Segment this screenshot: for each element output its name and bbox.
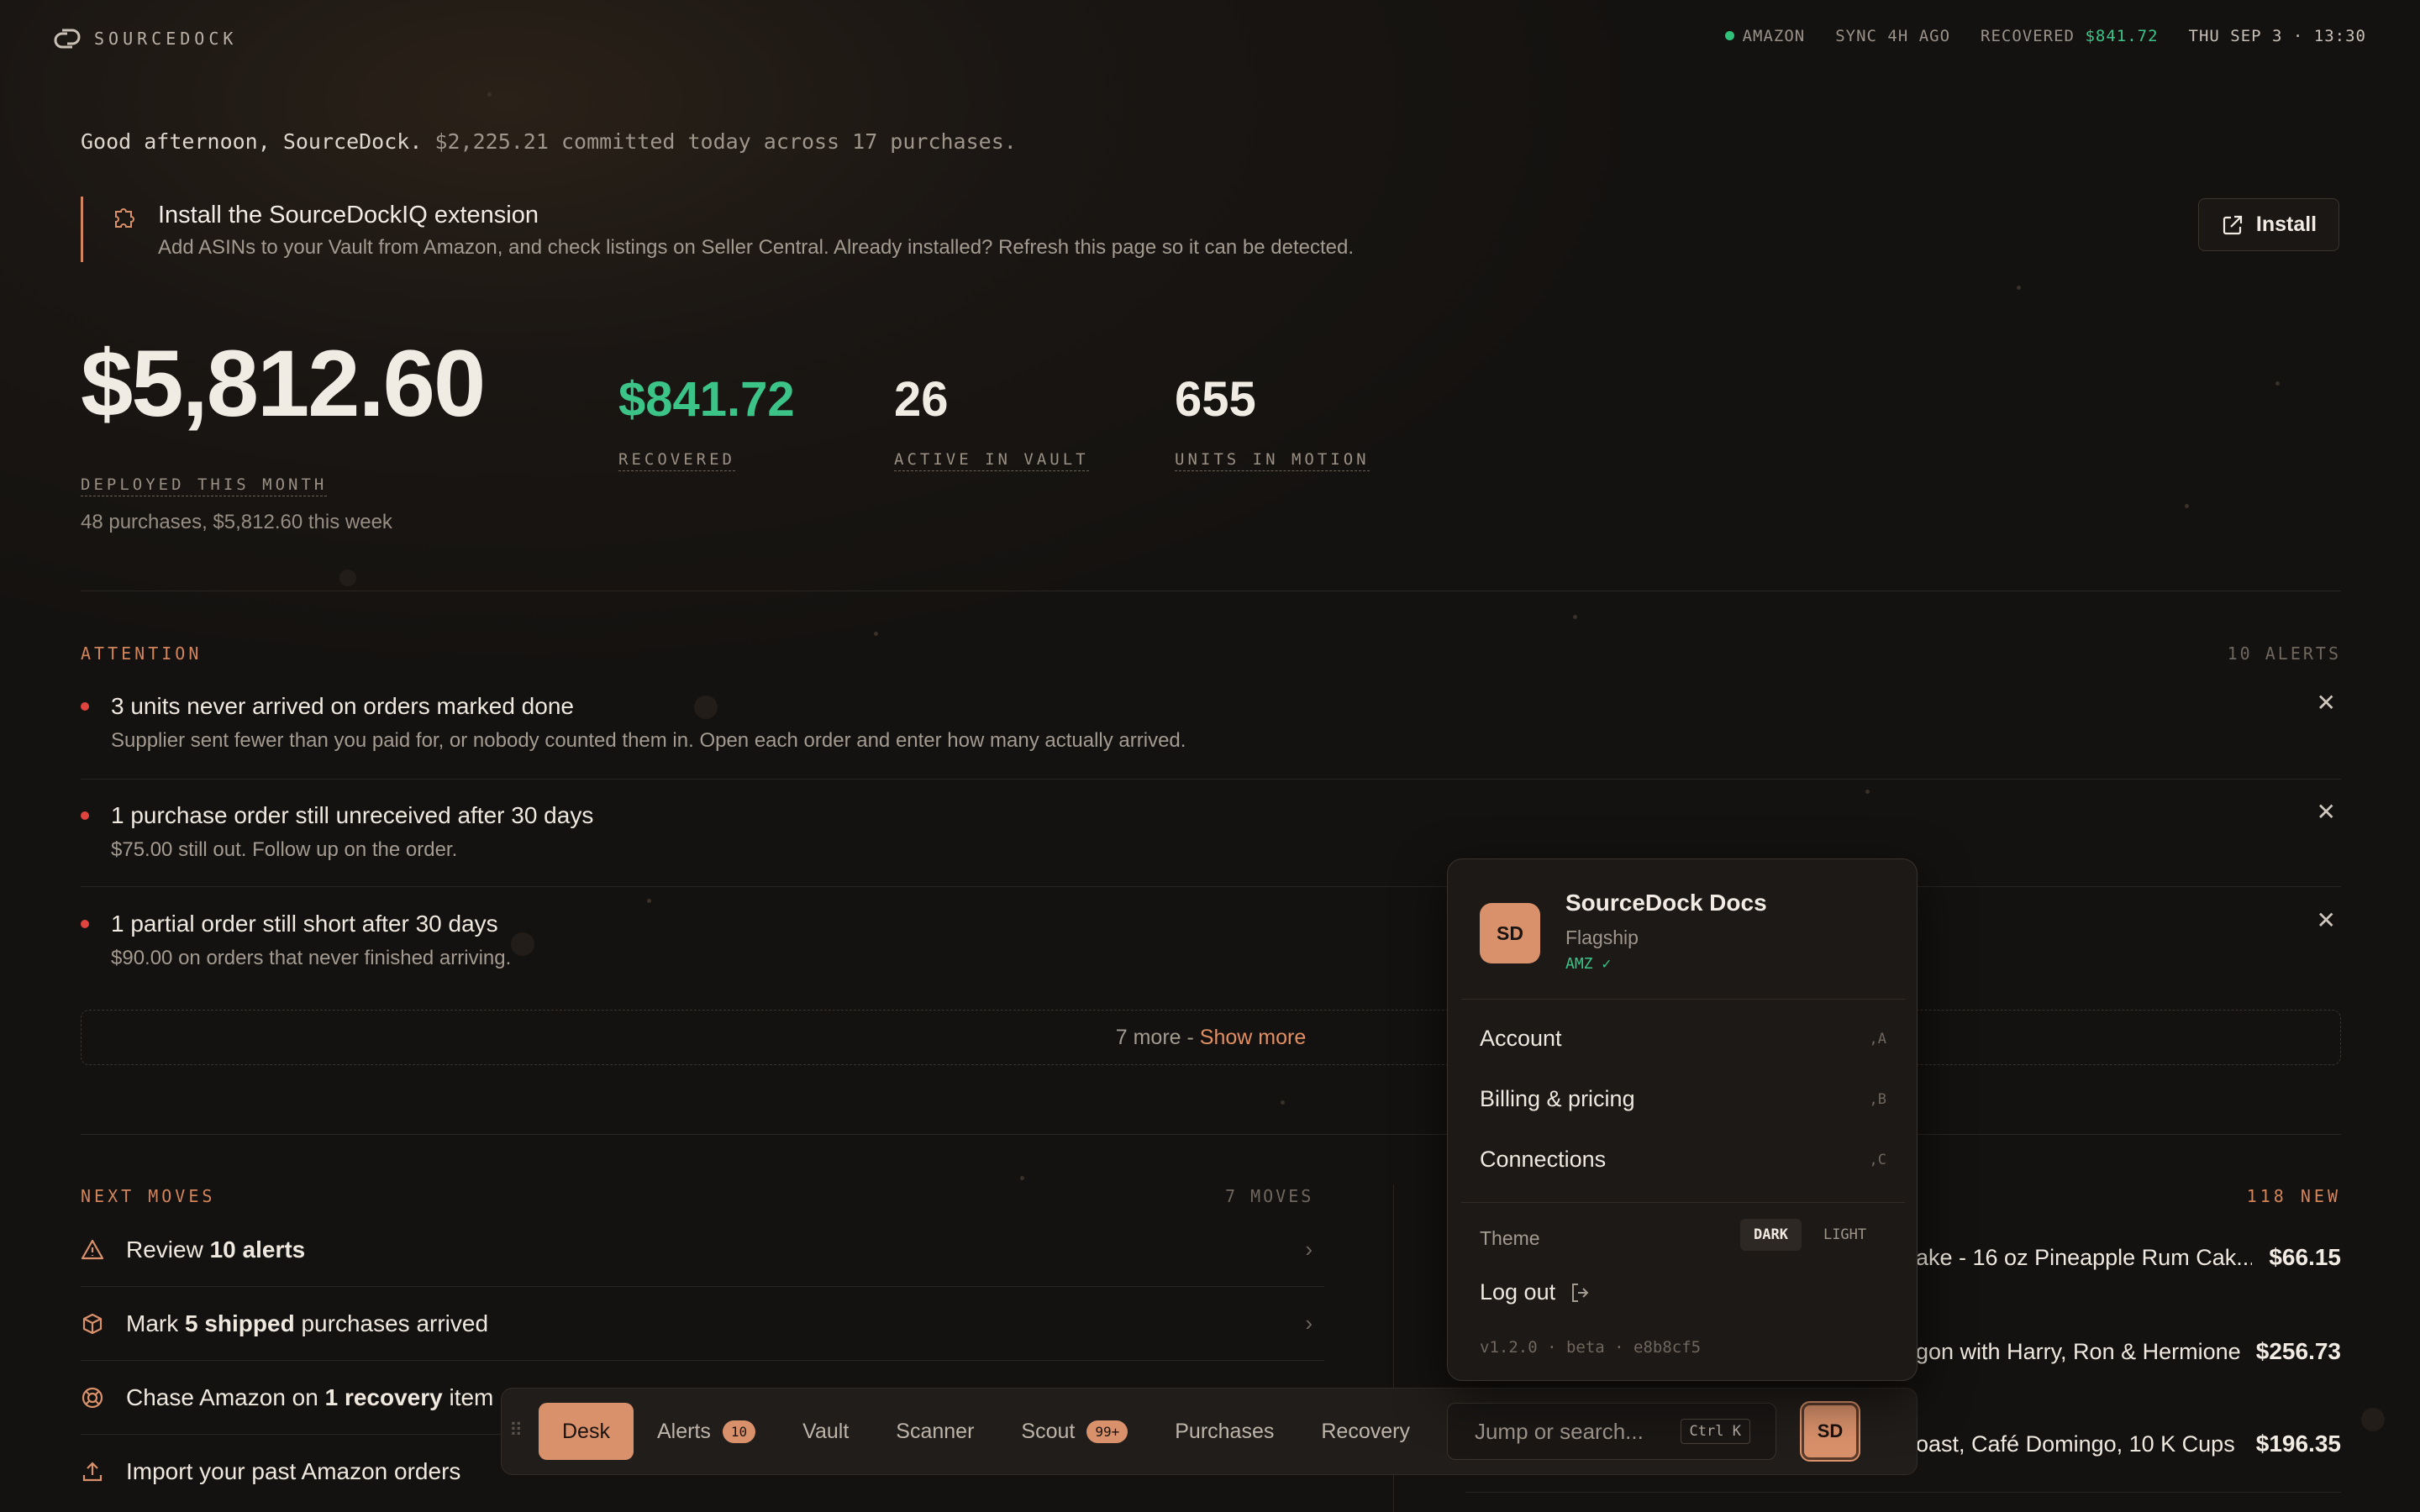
alert-item[interactable]: 1 partial order still short after 30 day…: [81, 906, 2341, 990]
item-title: ake - 16 oz Pineapple Rum Cak...: [1916, 1244, 2252, 1270]
divider: [1465, 1492, 2341, 1493]
nav-scanner[interactable]: Scanner: [872, 1403, 997, 1460]
external-link-icon: [2223, 215, 2242, 234]
dismiss-icon[interactable]: ✕: [2317, 906, 2336, 934]
drag-handle-icon[interactable]: ⠿: [509, 1420, 523, 1441]
deployed-label[interactable]: DEPLOYED THIS MONTH: [81, 475, 328, 496]
nav-desk[interactable]: Desk: [539, 1403, 634, 1460]
new-items-count: 118 NEW: [2246, 1186, 2341, 1206]
attention-heading: ATTENTION: [81, 643, 203, 664]
units-label[interactable]: UNITS IN MOTION: [1175, 450, 1370, 471]
lifebuoy-icon: [82, 1387, 103, 1408]
theme-light-option[interactable]: LIGHT: [1810, 1219, 1880, 1251]
shortcut-hint: Ctrl K: [1680, 1419, 1750, 1444]
puzzle-icon: [115, 208, 134, 228]
recovered-value: $841.72: [618, 372, 795, 427]
show-more-button[interactable]: 7 more - Show more: [81, 1010, 2341, 1065]
theme-label: Theme: [1480, 1227, 1540, 1249]
item-price: $256.73: [2255, 1338, 2341, 1364]
marketplace-status[interactable]: AMAZON: [1724, 27, 1806, 45]
avatar-button[interactable]: SD: [1801, 1403, 1859, 1460]
move-mark-arrived[interactable]: Mark 5 shipped purchases arrived ›: [81, 1287, 1324, 1361]
item-price: $66.15: [2269, 1244, 2341, 1270]
theme-dark-option[interactable]: DARK: [1740, 1219, 1802, 1251]
alert-dot-icon: [81, 702, 89, 711]
banner-title: Install the SourceDockIQ extension: [158, 202, 539, 228]
new-item[interactable]: oast, Café Domingo, 10 K Cups $196.35: [1916, 1406, 2341, 1482]
amz-connected-badge: AMZ ✓: [1565, 955, 1612, 973]
brand[interactable]: SOURCEDOCK: [54, 25, 237, 52]
nav-alerts[interactable]: Alerts 10: [634, 1403, 779, 1460]
alert-description: $90.00 on orders that never finished arr…: [111, 947, 512, 969]
dismiss-icon[interactable]: ✕: [2317, 689, 2336, 717]
logout-button[interactable]: Log out: [1480, 1279, 1592, 1305]
move-review-alerts[interactable]: Review 10 alerts ›: [81, 1213, 1324, 1287]
recovered-label[interactable]: RECOVERED: [618, 450, 735, 471]
menu-account[interactable]: Account ,A: [1480, 1026, 1886, 1052]
upload-icon: [82, 1462, 103, 1482]
search-input[interactable]: Jump or search... Ctrl K: [1446, 1403, 1776, 1460]
nav-purchases[interactable]: Purchases: [1151, 1403, 1297, 1460]
alert-dot-icon: [81, 920, 89, 928]
warning-icon: [81, 1239, 104, 1259]
install-button[interactable]: Install: [2198, 198, 2339, 251]
new-item[interactable]: ake - 16 oz Pineapple Rum Cak... $66.15: [1916, 1220, 2341, 1295]
alerts-badge: 10: [722, 1420, 756, 1443]
datetime: THU SEP 3 · 13:30: [2188, 27, 2366, 45]
avatar: SD: [1480, 903, 1540, 963]
deployed-note: 48 purchases, $5,812.60 this week: [81, 511, 392, 533]
alert-description: $75.00 still out. Follow up on the order…: [111, 838, 458, 861]
chevron-right-icon: ›: [1305, 1310, 1313, 1336]
theme-toggle: DARK LIGHT: [1740, 1219, 1880, 1251]
divider: [1461, 999, 1905, 1000]
alert-description: Supplier sent fewer than you paid for, o…: [111, 729, 1186, 752]
scout-badge: 99+: [1086, 1420, 1128, 1443]
connected-dot-icon: [1724, 31, 1734, 40]
alert-title: 3 units never arrived on orders marked d…: [111, 693, 574, 719]
recovered-summary: RECOVERED $841.72: [1981, 27, 2159, 45]
deployed-value: $5,812.60: [81, 331, 486, 436]
status-bar: AMAZON SYNC 4H AGO RECOVERED $841.72 THU…: [1724, 27, 2366, 45]
new-item[interactable]: gon with Harry, Ron & Hermione $256.73: [1916, 1314, 2341, 1389]
item-title: oast, Café Domingo, 10 K Cups: [1916, 1431, 2235, 1457]
dismiss-icon[interactable]: ✕: [2317, 798, 2336, 826]
alert-title: 1 purchase order still unreceived after …: [111, 802, 594, 828]
nav-scout[interactable]: Scout 99+: [997, 1403, 1151, 1460]
package-icon: [82, 1313, 103, 1334]
vault-value: 26: [894, 372, 949, 427]
nav-vault[interactable]: Vault: [779, 1403, 872, 1460]
banner-subtitle: Add ASINs to your Vault from Amazon, and…: [158, 236, 1354, 259]
sourcedock-logo-icon: [54, 29, 81, 49]
account-menu: SD SourceDock Docs Flagship AMZ ✓ Accoun…: [1447, 858, 1918, 1381]
item-price: $196.35: [2255, 1431, 2341, 1457]
alert-dot-icon: [81, 811, 89, 820]
plan-name: Flagship: [1565, 927, 1639, 948]
brand-name: SOURCEDOCK: [94, 29, 238, 49]
logout-icon: [1572, 1283, 1589, 1302]
menu-billing[interactable]: Billing & pricing ,B: [1480, 1086, 1886, 1112]
divider: [81, 1134, 2341, 1135]
item-title: gon with Harry, Ron & Hermione: [1916, 1338, 2241, 1364]
divider: [1461, 1202, 1905, 1203]
sync-status: SYNC 4H AGO: [1835, 27, 1951, 45]
bottom-dock: Desk Alerts 10 Vault Scanner Scout 99+ Pur…: [501, 1388, 1918, 1475]
nav-recovery[interactable]: Recovery: [1297, 1403, 1434, 1460]
alert-item[interactable]: 1 purchase order still unreceived after …: [81, 798, 2341, 887]
next-moves-heading: NEXT MOVES: [81, 1186, 216, 1206]
menu-connections[interactable]: Connections ,C: [1480, 1147, 1886, 1173]
units-value: 655: [1175, 372, 1256, 427]
account-name: SourceDock Docs: [1565, 890, 1767, 916]
alert-item[interactable]: 3 units never arrived on orders marked d…: [81, 689, 2341, 780]
alerts-count: 10 ALERTS: [2227, 643, 2341, 664]
vault-label[interactable]: ACTIVE IN VAULT: [894, 450, 1089, 471]
alert-title: 1 partial order still short after 30 day…: [111, 911, 498, 937]
greeting: Good afternoon, SourceDock. $2,225.21 co…: [81, 129, 1017, 154]
chevron-right-icon: ›: [1305, 1236, 1313, 1262]
version-info: v1.2.0 · beta · e8b8cf5: [1480, 1338, 1702, 1357]
moves-count: 7 MOVES: [1225, 1186, 1314, 1206]
